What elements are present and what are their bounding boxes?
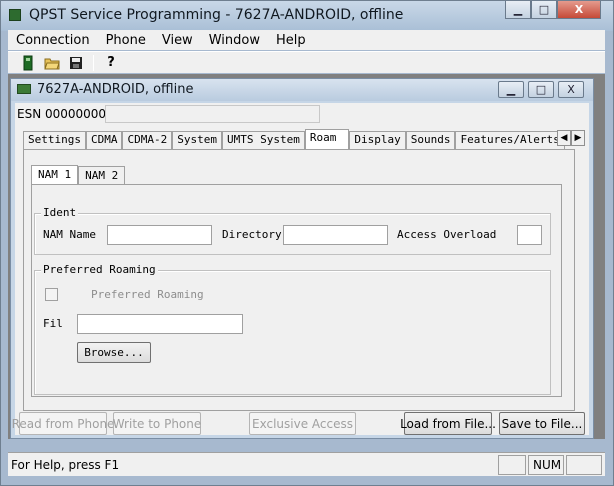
status-bar: For Help, press F1 NUM — [8, 452, 605, 476]
tab-cdma-2[interactable]: CDMA-2 — [122, 131, 173, 149]
toolbar: ? — [8, 51, 605, 73]
help-icon[interactable]: ? — [101, 54, 121, 72]
child-titlebar[interactable]: 7627A-ANDROID, offline ▁ □ X — [11, 79, 593, 101]
exclusive-access-button[interactable]: Exclusive Access — [249, 412, 356, 435]
read-from-phone-button[interactable]: Read from Phone — [12, 412, 114, 435]
write-to-phone-button[interactable]: Write to Phone — [113, 412, 201, 435]
tab-cdma[interactable]: CDMA — [85, 131, 123, 149]
preferred-roaming-checkbox-label: Preferred Roaming E: — [91, 288, 209, 301]
directory-label: Directory — [222, 228, 282, 241]
save-to-file-button[interactable]: Save to File... — [499, 412, 585, 435]
menu-window[interactable]: Window — [201, 33, 268, 48]
preferred-roaming-group-label: Preferred Roaming — [41, 263, 158, 276]
status-pane-3 — [566, 455, 602, 475]
nam-tab-panel: Ident NAM Name Directory Access Overload… — [31, 184, 562, 397]
access-overload-label: Access Overload — [397, 228, 497, 241]
status-text: For Help, press F1 — [11, 458, 120, 472]
browse-button[interactable]: Browse... — [77, 342, 151, 363]
ident-group: Ident NAM Name Directory Access Overload — [34, 206, 551, 255]
child-window-title: 7627A-ANDROID, offline — [37, 82, 194, 97]
status-pane-1 — [498, 455, 526, 475]
tab-umts-system[interactable]: UMTS System — [221, 131, 305, 149]
directory-field[interactable] — [283, 225, 388, 245]
minimize-button[interactable]: ▁ — [505, 1, 531, 19]
access-overload-field[interactable] — [517, 225, 542, 245]
window-titlebar[interactable]: QPST Service Programming - 7627A-ANDROID… — [1, 1, 613, 31]
child-window: 7627A-ANDROID, offline ▁ □ X ESN 0000000… — [10, 78, 594, 439]
open-folder-icon[interactable] — [42, 54, 62, 72]
ident-group-label: Ident — [41, 206, 79, 219]
save-icon[interactable] — [66, 54, 86, 72]
tab-scroll-right-icon[interactable]: ▶ — [571, 130, 585, 146]
num-lock-indicator: NUM — [528, 455, 564, 475]
menu-help[interactable]: Help — [268, 33, 314, 48]
toolbar-separator — [93, 54, 94, 71]
tab-sounds[interactable]: Sounds — [405, 131, 456, 149]
tab-features-alerts[interactable]: Features/Alerts — [455, 131, 565, 149]
nam-name-field[interactable] — [107, 225, 212, 245]
device-icon — [17, 84, 31, 94]
tab-roam[interactable]: Roam — [304, 129, 350, 149]
close-button[interactable]: X — [557, 1, 601, 19]
tab-system[interactable]: System — [172, 131, 222, 149]
menu-connection[interactable]: Connection — [8, 33, 98, 48]
nam-name-label: NAM Name — [43, 228, 96, 241]
preferred-roaming-checkbox[interactable] — [45, 288, 58, 301]
menu-view[interactable]: View — [154, 33, 201, 48]
tab-scroll-buttons: ◀ ▶ — [557, 130, 585, 146]
tab-settings[interactable]: Settings — [23, 131, 86, 149]
esn-field — [105, 105, 320, 123]
tab-nam-2[interactable]: NAM 2 — [78, 166, 126, 185]
preferred-roaming-group: Preferred Roaming Preferred Roaming E: F… — [34, 263, 551, 395]
child-minimize-button[interactable]: ▁ — [498, 81, 524, 98]
tab-display[interactable]: Display — [349, 131, 406, 149]
prl-file-field[interactable] — [77, 314, 243, 334]
maximize-button[interactable]: □ — [531, 1, 557, 19]
tab-nam-1[interactable]: NAM 1 — [31, 165, 79, 185]
load-from-file-button[interactable]: Load from File... — [400, 412, 496, 435]
tab-scroll-left-icon[interactable]: ◀ — [557, 130, 571, 146]
menu-phone[interactable]: Phone — [98, 33, 154, 48]
app-icon — [9, 9, 21, 21]
tab-strip: Settings CDMA CDMA-2 System UMTS System … — [23, 129, 565, 149]
window-title: QPST Service Programming - 7627A-ANDROID… — [29, 7, 404, 23]
nam-tab-strip: NAM 1 NAM 2 — [31, 165, 126, 185]
child-close-button[interactable]: X — [558, 81, 584, 98]
phone-icon[interactable] — [18, 54, 38, 72]
child-maximize-button[interactable]: □ — [528, 81, 554, 98]
esn-label: ESN 00000000 — [17, 107, 107, 121]
child-body: ESN 00000000 Settings CDMA CDMA-2 System… — [12, 103, 589, 435]
menubar: Connection Phone View Window Help — [8, 30, 605, 50]
prl-file-label: Fil — [43, 317, 63, 330]
